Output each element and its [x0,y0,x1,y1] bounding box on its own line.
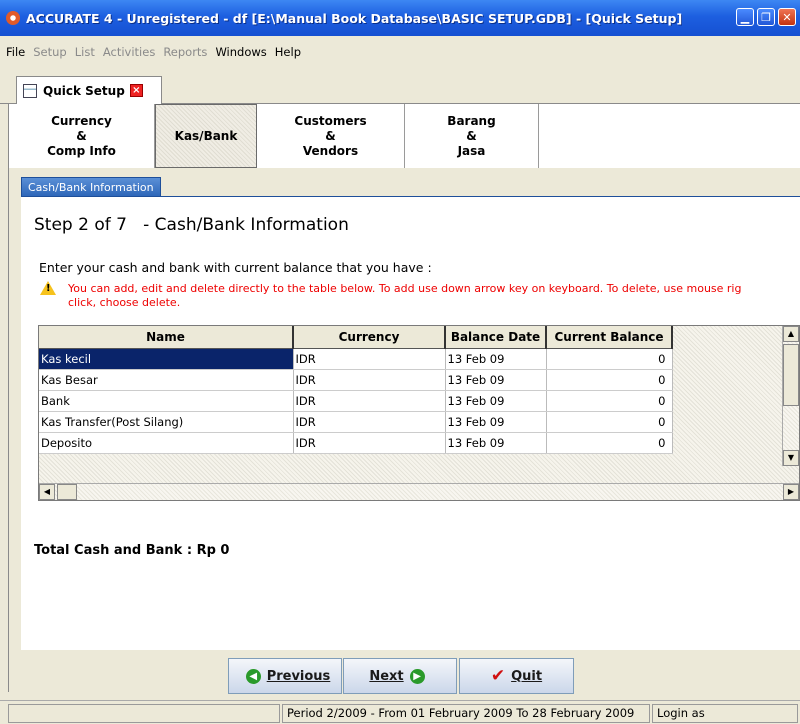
vertical-scrollbar[interactable]: ▲ ▼ [782,326,799,466]
cell-currency[interactable]: IDR [293,411,446,433]
next-button-label: Next [369,668,404,684]
wizard-button-bar: ◀ Previous Next ▶ ✔ Quit [9,650,789,694]
step-barang-jasa[interactable]: Barang & Jasa [405,104,539,168]
cash-bank-grid[interactable]: Name Currency Balance Date Current Balan… [38,325,800,501]
step-customers-vendors[interactable]: Customers & Vendors [257,104,405,168]
column-header-balance-date[interactable]: Balance Date [445,326,547,349]
cash-bank-table: Name Currency Balance Date Current Balan… [39,326,673,454]
menu-help[interactable]: Help [275,45,301,59]
menu-list[interactable]: List [75,45,95,59]
scroll-up-arrow-icon[interactable]: ▲ [783,326,799,342]
cell-current-balance[interactable]: 0 [546,348,673,370]
scroll-right-arrow-icon[interactable]: ▶ [783,484,799,500]
table-row[interactable]: Kas Transfer(Post Silang) IDR 13 Feb 09 … [39,411,673,433]
tab-quick-setup[interactable]: Quick Setup × [16,76,162,104]
table-header-row: Name Currency Balance Date Current Balan… [39,326,673,349]
table-row[interactable]: Kas Besar IDR 13 Feb 09 0 [39,369,673,391]
menu-reports[interactable]: Reports [163,45,207,59]
app-icon [6,11,20,25]
status-period: Period 2/2009 - From 01 February 2009 To… [282,704,650,723]
arrow-right-icon: ▶ [409,668,425,684]
step-currency-comp-info[interactable]: Currency & Comp Info [9,104,155,168]
restore-button[interactable]: ❐ [757,8,775,26]
title-bar: ACCURATE 4 - Unregistered - df [E:\Manua… [0,0,800,36]
menu-file[interactable]: File [6,45,25,59]
quit-button[interactable]: ✔ Quit [459,658,574,694]
menu-activities[interactable]: Activities [103,45,155,59]
tab-quick-setup-label: Quick Setup [43,83,125,98]
column-header-current-balance[interactable]: Current Balance [546,326,673,349]
scroll-left-arrow-icon[interactable]: ◀ [39,484,55,500]
cell-name[interactable]: Bank [39,390,294,412]
section-tab-cash-bank[interactable]: Cash/Bank Information [21,177,161,197]
next-button[interactable]: Next ▶ [343,658,457,694]
cell-name[interactable]: Kas Transfer(Post Silang) [39,411,294,433]
cell-currency[interactable]: IDR [293,369,446,391]
cell-current-balance[interactable]: 0 [546,411,673,433]
cell-current-balance[interactable]: 0 [546,390,673,412]
warning-line-2: click, choose delete. [68,296,181,309]
close-window-button[interactable]: ✕ [778,8,796,26]
step-title: Step 2 of 7 - Cash/Bank Information [34,215,349,235]
status-login: Login as [652,704,798,723]
document-icon [23,83,37,98]
window-title: ACCURATE 4 - Unregistered - df [E:\Manua… [26,10,683,26]
previous-button[interactable]: ◀ Previous [228,658,342,694]
cell-balance-date[interactable]: 13 Feb 09 [445,411,547,433]
arrow-left-icon: ◀ [245,668,261,684]
cell-balance-date[interactable]: 13 Feb 09 [445,369,547,391]
column-header-currency[interactable]: Currency [293,326,446,349]
warning-icon: ! [40,281,56,295]
table-row[interactable]: Deposito IDR 13 Feb 09 0 [39,432,673,454]
cell-balance-date[interactable]: 13 Feb 09 [445,432,547,454]
checkmark-icon: ✔ [490,666,506,686]
warning-line-1: You can add, edit and delete directly to… [68,282,742,295]
setup-steps: Currency & Comp Info Kas/Bank Customers … [8,104,800,168]
vertical-scroll-thumb[interactable] [783,344,799,406]
previous-button-label: Previous [266,668,331,684]
menu-windows[interactable]: Windows [215,45,266,59]
minimize-button[interactable]: ▁ [736,8,754,26]
close-tab-icon[interactable]: × [129,84,143,97]
cell-current-balance[interactable]: 0 [546,369,673,391]
cell-currency[interactable]: IDR [293,390,446,412]
cell-name[interactable]: Deposito [39,432,294,454]
instruction-text: Enter your cash and bank with current ba… [39,260,432,275]
status-cell-empty [8,704,280,723]
window-controls: ▁ ❐ ✕ [736,8,796,26]
cell-balance-date[interactable]: 13 Feb 09 [445,348,547,370]
status-bar: Period 2/2009 - From 01 February 2009 To… [0,700,800,724]
cell-name[interactable]: Kas Besar [39,369,294,391]
column-header-name[interactable]: Name [39,326,294,349]
cell-current-balance[interactable]: 0 [546,432,673,454]
quit-button-label: Quit [511,668,543,684]
warning-text: You can add, edit and delete directly to… [68,282,800,310]
content-area: Step 2 of 7 - Cash/Bank Information Ente… [21,196,800,650]
document-tab-bar: Quick Setup × [0,68,800,104]
table-row[interactable]: Bank IDR 13 Feb 09 0 [39,390,673,412]
content-panel: Cash/Bank Information Step 2 of 7 - Cash… [8,168,800,694]
cell-currency[interactable]: IDR [293,348,446,370]
horizontal-scroll-thumb[interactable] [57,484,77,500]
table-row[interactable]: Kas kecil IDR 13 Feb 09 0 [39,348,673,370]
cell-balance-date[interactable]: 13 Feb 09 [445,390,547,412]
cell-currency[interactable]: IDR [293,432,446,454]
total-cash-bank: Total Cash and Bank : Rp 0 [34,543,230,558]
scroll-down-arrow-icon[interactable]: ▼ [783,450,799,466]
menu-bar: File Setup List Activities Reports Windo… [0,36,800,68]
menu-setup[interactable]: Setup [33,45,66,59]
cell-name[interactable]: Kas kecil [39,348,294,370]
horizontal-scrollbar[interactable]: ◀ ▶ [39,483,799,500]
step-kas-bank[interactable]: Kas/Bank [155,104,257,168]
